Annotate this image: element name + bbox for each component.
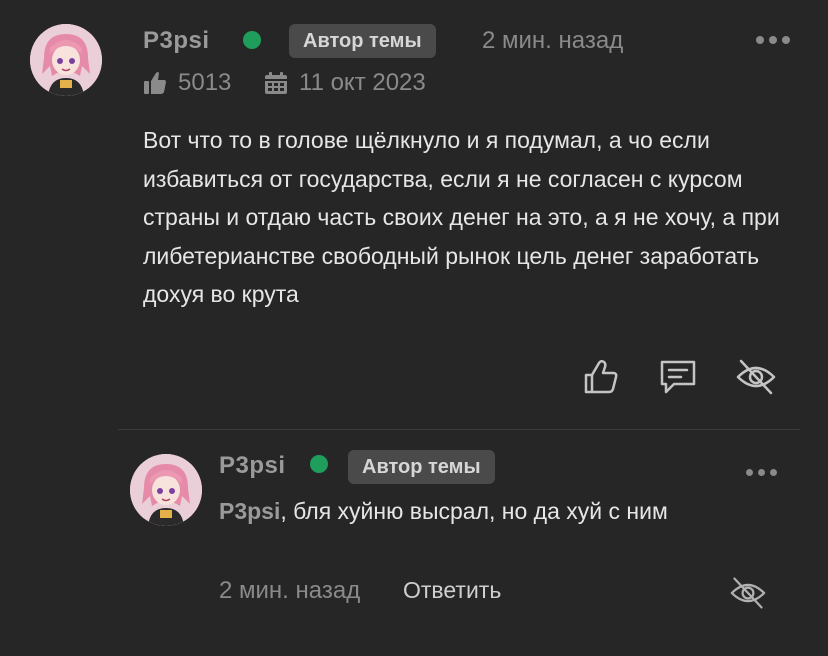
reply-message: , бля хуйню высрал, но да хуй с ним — [280, 498, 668, 524]
reply-text: P3psi, бля хуйню высрал, но да хуй с ним — [219, 492, 739, 531]
post-timestamp: 2 мин. назад — [482, 27, 624, 54]
reply-timestamp: 2 мин. назад — [219, 577, 361, 604]
more-dot — [769, 36, 777, 44]
more-dot — [758, 469, 765, 476]
thumbs-up-filled-icon — [144, 72, 166, 94]
online-status-indicator — [310, 455, 328, 473]
more-dots-icon[interactable] — [756, 36, 790, 44]
reply-button[interactable]: Ответить — [403, 577, 501, 604]
more-dot — [770, 469, 777, 476]
reply-avatar[interactable] — [130, 454, 202, 526]
reply-mention[interactable]: P3psi — [219, 498, 280, 524]
post-text: Вот что то в голове щёлкнуло и я подумал… — [143, 127, 780, 307]
topic-author-badge: Автор темы — [289, 24, 436, 58]
reply-author-name[interactable]: P3psi — [219, 452, 286, 480]
more-dot — [746, 469, 753, 476]
more-dots-icon[interactable] — [746, 469, 777, 476]
author-registration-date: 11 окт 2023 — [299, 69, 426, 96]
reply-divider — [118, 429, 800, 430]
author-likes-count: 5013 — [178, 69, 232, 96]
more-dot — [782, 36, 790, 44]
thumbs-up-icon[interactable] — [582, 358, 620, 396]
eye-slash-icon[interactable] — [735, 357, 777, 397]
online-status-indicator — [243, 31, 261, 49]
comment-icon[interactable] — [658, 358, 698, 396]
comment-thread: P3psi Автор темы 2 мин. назад 5013 11 ок… — [0, 0, 828, 656]
post-author-name[interactable]: P3psi — [143, 27, 210, 55]
post-avatar[interactable] — [30, 24, 102, 96]
topic-author-badge: Автор темы — [348, 450, 495, 484]
calendar-icon — [265, 72, 287, 94]
more-dot — [756, 36, 764, 44]
eye-slash-icon[interactable] — [729, 575, 767, 611]
